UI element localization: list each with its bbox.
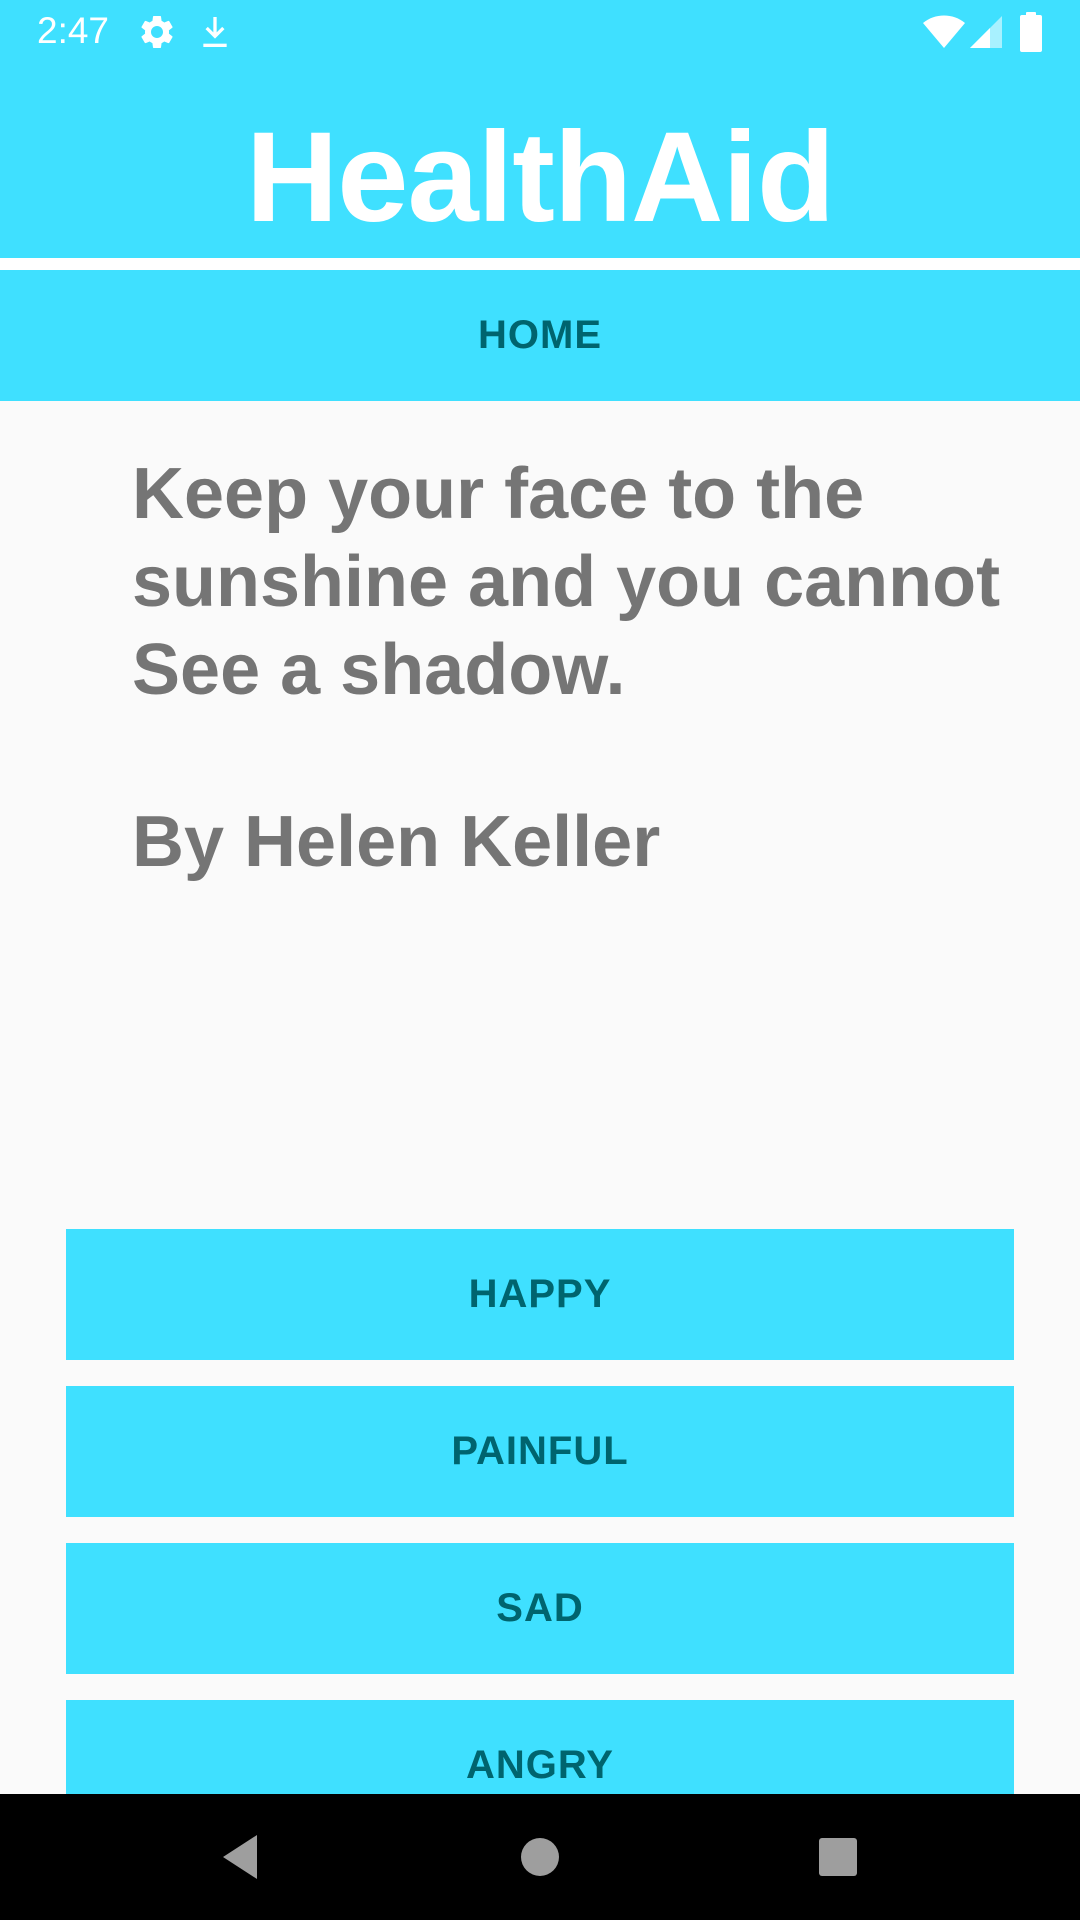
wifi-icon xyxy=(922,14,966,55)
sad-button-label: SAD xyxy=(496,1586,584,1630)
system-nav-bar xyxy=(0,1794,1080,1920)
back-icon[interactable] xyxy=(208,1824,274,1890)
gear-icon xyxy=(137,12,177,57)
status-time: 2:47 xyxy=(37,10,110,51)
home-button[interactable]: HOME xyxy=(0,270,1080,401)
painful-button-label: PAINFUL xyxy=(451,1429,629,1473)
painful-button[interactable]: PAINFUL xyxy=(66,1386,1014,1517)
recents-icon[interactable] xyxy=(805,1824,871,1890)
quote-line: See a shadow. xyxy=(132,630,626,710)
status-bar: 2:47 xyxy=(0,0,1080,63)
angry-button-label: ANGRY xyxy=(466,1743,614,1787)
quote-line: Keep your face to the xyxy=(132,454,865,534)
download-icon xyxy=(195,12,235,57)
quote-author: By Helen Keller xyxy=(132,802,661,882)
home-icon[interactable] xyxy=(507,1824,573,1890)
happy-button[interactable]: HAPPY xyxy=(66,1229,1014,1360)
happy-button-label: HAPPY xyxy=(468,1272,612,1316)
screen: 2:47 HealthAid HOME Keep your face to th… xyxy=(0,0,1080,1920)
app-title: HealthAid xyxy=(245,106,835,249)
battery-icon xyxy=(1020,12,1042,57)
header-divider xyxy=(0,258,1080,270)
app-header: HealthAid xyxy=(0,63,1080,258)
home-button-label: HOME xyxy=(478,313,602,357)
quote-text: Keep your face to the sunshine and you c… xyxy=(132,450,1032,714)
sad-button[interactable]: SAD xyxy=(66,1543,1014,1674)
cell-signal-icon xyxy=(968,14,1004,55)
quote-line: sunshine and you cannot xyxy=(132,542,1001,622)
